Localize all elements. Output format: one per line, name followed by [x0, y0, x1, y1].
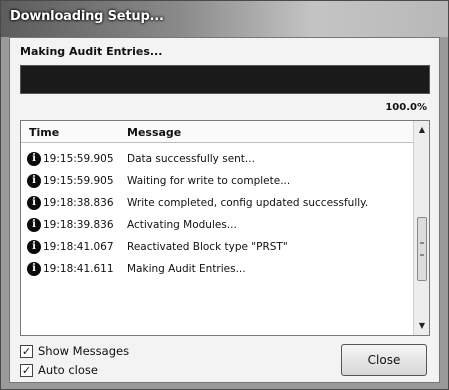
log-row[interactable]: i 19:18:41.611 Making Audit Entries...	[21, 259, 413, 281]
log-time: 19:18:41.611	[43, 263, 114, 275]
info-icon: i	[27, 152, 41, 166]
grip-icon	[420, 242, 424, 256]
log-message: Data successfully sent...	[127, 153, 255, 165]
log-row[interactable]: i 19:15:59.905 Waiting for write to comple…	[21, 171, 413, 193]
column-header-message[interactable]: Message	[127, 126, 181, 139]
title-bar[interactable]: Downloading Setup...	[1, 1, 448, 37]
log-row[interactable]: i 19:18:41.067 Reactivated Block type "PRS…	[21, 237, 413, 259]
download-window: Downloading Setup... Making Audit Entrie…	[0, 0, 449, 390]
log-message: Activating Modules...	[127, 219, 237, 231]
log-scrollbar[interactable]: ▲ ▼	[413, 121, 429, 335]
info-icon: i	[27, 262, 41, 276]
log-row[interactable]: i 19:15:59.905 Data successfully sent...	[21, 149, 413, 171]
info-icon: i	[27, 196, 41, 210]
scroll-up-arrow-icon[interactable]: ▲	[414, 123, 430, 137]
progress-percent: 100.0%	[385, 102, 427, 113]
auto-close-checkbox[interactable]: ✓ Auto close	[20, 363, 98, 377]
log-message: Write completed, config updated successf…	[127, 197, 369, 209]
progress-fill	[21, 66, 429, 93]
info-icon: i	[27, 218, 41, 232]
progress-bar	[20, 65, 430, 94]
log-time: 19:18:38.836	[43, 197, 114, 209]
log-message: Reactivated Block type "PRST"	[127, 241, 288, 253]
log-time: 19:15:59.905	[43, 175, 114, 187]
log-time: 19:15:59.905	[43, 153, 114, 165]
dialog-content: Making Audit Entries... 100.0% Time Mess…	[9, 37, 440, 383]
log-header: Time Message	[21, 121, 413, 143]
show-messages-label: Show Messages	[38, 344, 130, 358]
info-icon: i	[27, 240, 41, 254]
scroll-down-arrow-icon[interactable]: ▼	[414, 319, 430, 333]
window-title: Downloading Setup...	[10, 9, 164, 24]
show-messages-check-icon[interactable]: ✓	[20, 344, 33, 358]
log-message: Waiting for write to complete...	[127, 175, 291, 187]
log-message: Making Audit Entries...	[127, 263, 246, 275]
column-header-time[interactable]: Time	[29, 126, 59, 139]
status-label: Making Audit Entries...	[20, 45, 163, 58]
show-messages-checkbox[interactable]: ✓ Show Messages	[20, 344, 129, 358]
message-log: Time Message i 19:15:59.905 Data successfu…	[20, 120, 430, 336]
log-time: 19:18:41.067	[43, 241, 114, 253]
auto-close-check-icon[interactable]: ✓	[20, 363, 33, 377]
auto-close-label: Auto close	[38, 363, 98, 377]
log-row[interactable]: i 19:18:38.836 Write completed, config upd…	[21, 193, 413, 215]
log-rows: i 19:15:59.905 Data successfully sent... i 1…	[21, 149, 413, 281]
log-row[interactable]: i 19:18:39.836 Activating Modules...	[21, 215, 413, 237]
info-icon: i	[27, 174, 41, 188]
log-time: 19:18:39.836	[43, 219, 114, 231]
scroll-thumb[interactable]	[417, 217, 427, 281]
close-button[interactable]: Close	[341, 344, 427, 376]
